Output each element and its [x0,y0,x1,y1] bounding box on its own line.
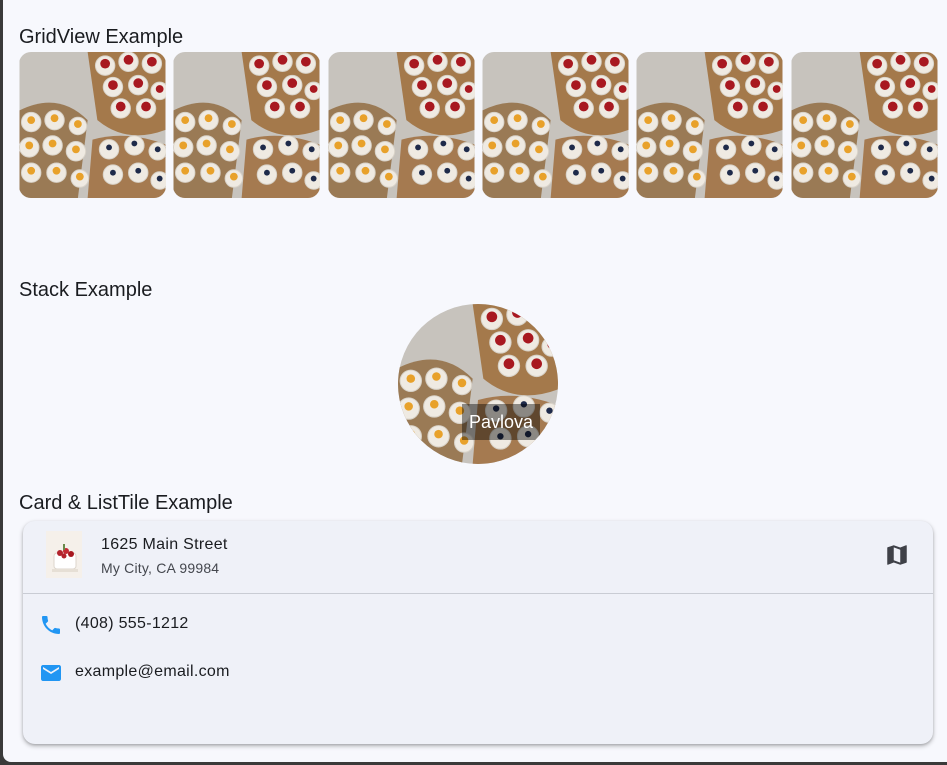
grid-tile[interactable] [173,52,320,198]
phone-icon [42,616,60,634]
gridview-title: GridView Example [19,26,184,48]
email-row[interactable]: example@email.com [23,653,933,693]
pavlova-thumbnail [46,531,82,578]
image-grid [19,52,939,198]
grid-tile[interactable] [482,52,629,198]
card-divider [23,593,933,594]
stack-label: Pavlova [462,404,540,440]
grid-tile[interactable] [19,52,166,198]
grid-tile[interactable] [328,52,475,198]
phone-number: (408) 555-1212 [75,615,189,632]
phone-row[interactable]: (408) 555-1212 [23,605,933,645]
card-title: Card & ListTile Example [19,492,233,514]
pavlova-image [636,52,783,198]
pavlova-image [173,52,320,198]
grid-tile[interactable] [636,52,783,198]
pavlova-image [791,52,938,198]
pavlova-image [328,52,475,198]
email-address: example@email.com [75,663,230,680]
pavlova-image [19,52,166,198]
email-icon [41,665,61,681]
address-title: 1625 Main Street [101,536,228,553]
grid-tile[interactable] [791,52,938,198]
stack-avatar: Pavlova [398,304,558,464]
pavlova-image [482,52,629,198]
app-window: GridView Example Stack Example Pavlova C… [3,0,947,762]
stack-title: Stack Example [19,279,153,301]
address-subtitle: My City, CA 99984 [101,560,220,576]
map-icon[interactable] [884,542,910,568]
address-card: 1625 Main Street My City, CA 99984 (408)… [23,521,933,744]
pavlova-image [398,304,558,464]
